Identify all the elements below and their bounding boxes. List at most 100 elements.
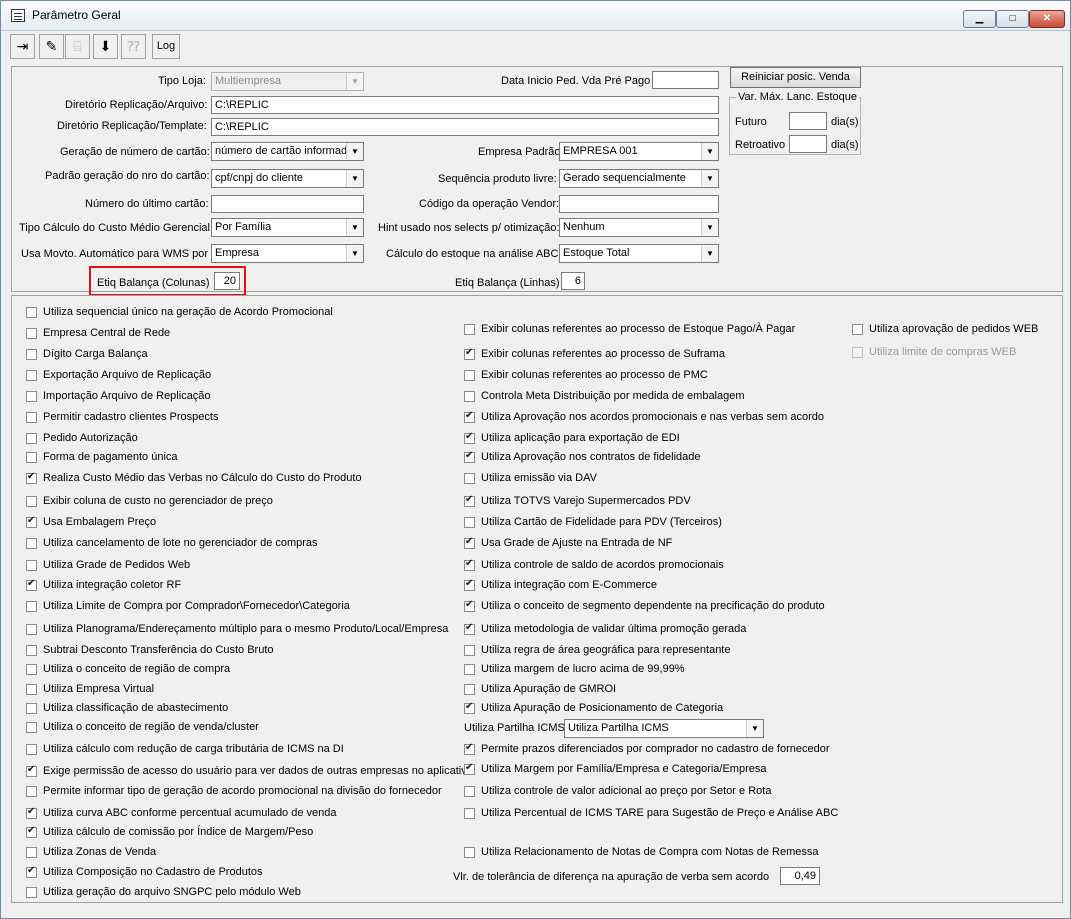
option-checkbox[interactable]: Forma de pagamento única [26,450,178,464]
disabled-tool-button-2[interactable]: ⁇ [121,34,146,59]
option-checkbox[interactable]: Permite prazos diferenciados por comprad… [464,742,830,756]
usa-movto-select[interactable]: Empresa ▼ [211,244,364,263]
checked-box-icon[interactable] [26,578,37,591]
option-checkbox[interactable]: Controla Meta Distribuição por medida de… [464,389,745,403]
unchecked-box-icon[interactable] [26,644,37,656]
etiq-linhas-input[interactable]: 6 [561,272,585,290]
option-checkbox[interactable]: Importação Arquivo de Replicação [26,389,211,403]
log-button[interactable]: Log [152,34,180,59]
option-checkbox[interactable]: Permitir cadastro clientes Prospects [26,410,218,424]
retroativo-input[interactable] [789,135,827,153]
empresa-padrao-select[interactable]: EMPRESA 001 ▼ [559,142,719,161]
checked-box-icon[interactable] [26,806,37,819]
option-checkbox[interactable]: Utiliza Planograma/Endereçamento múltipl… [26,622,448,636]
option-checkbox[interactable]: Exige permissão de acesso do usuário par… [26,764,473,778]
unchecked-box-icon[interactable] [852,346,863,358]
reiniciar-posic-venda-button[interactable]: Reiniciar posic. Venda [730,67,861,88]
codigo-vendor-input[interactable] [559,195,719,213]
unchecked-box-icon[interactable] [26,683,37,695]
option-checkbox[interactable]: Utiliza Empresa Virtual [26,682,154,696]
dir-template-input[interactable]: C:\REPLIC [211,118,719,136]
unchecked-box-icon[interactable] [26,702,37,714]
close-button[interactable]: ✕ [1029,10,1065,28]
unchecked-box-icon[interactable] [26,537,37,549]
option-checkbox[interactable]: Utiliza cancelamento de lote no gerencia… [26,536,318,550]
unchecked-box-icon[interactable] [464,785,475,797]
option-checkbox[interactable]: Utiliza integração coletor RF [26,578,181,592]
unchecked-box-icon[interactable] [26,721,37,733]
checked-box-icon[interactable] [26,515,37,528]
data-inicio-input[interactable] [652,71,719,89]
option-checkbox[interactable]: Exibir colunas referentes ao processo de… [464,347,725,361]
unchecked-box-icon[interactable] [464,516,475,528]
tolerancia-input[interactable]: 0,49 [780,867,820,885]
option-checkbox[interactable]: Utiliza controle de valor adicional ao p… [464,784,771,798]
option-checkbox[interactable]: Utiliza aplicação para exportação de EDI [464,431,680,445]
etiq-colunas-input[interactable]: 20 [214,272,240,290]
checked-box-icon[interactable] [464,558,475,571]
option-checkbox[interactable]: Utiliza o conceito de segmento dependent… [464,599,825,613]
unchecked-box-icon[interactable] [26,411,37,423]
unchecked-box-icon[interactable] [26,600,37,612]
unchecked-box-icon[interactable] [26,348,37,360]
option-checkbox[interactable]: Utiliza Aprovação nos acordos promociona… [464,410,824,424]
option-checkbox[interactable]: Utiliza o conceito de região de compra [26,662,230,676]
option-checkbox[interactable]: Utiliza regra de área geográfica para re… [464,643,730,657]
checked-box-icon[interactable] [464,347,475,360]
unchecked-box-icon[interactable] [26,846,37,858]
option-checkbox[interactable]: Utiliza metodologia de validar última pr… [464,622,746,636]
unchecked-box-icon[interactable] [26,559,37,571]
unchecked-box-icon[interactable] [464,663,475,675]
partilha-icms-select[interactable]: Utiliza Partilha ICMS ▼ [564,719,764,738]
option-checkbox[interactable]: Dígito Carga Balança [26,347,148,361]
option-checkbox[interactable]: Utiliza emissão via DAV [464,471,597,485]
option-checkbox[interactable]: Utiliza Cartão de Fidelidade para PDV (T… [464,515,722,529]
unchecked-box-icon[interactable] [852,323,863,335]
checked-box-icon[interactable] [464,431,475,444]
option-checkbox[interactable]: Realiza Custo Médio das Verbas no Cálcul… [26,471,362,485]
futuro-input[interactable] [789,112,827,130]
unchecked-box-icon[interactable] [26,785,37,797]
checked-box-icon[interactable] [464,701,475,714]
disabled-tool-button-1[interactable]: ⌸ [65,34,90,59]
checked-box-icon[interactable] [26,865,37,878]
option-checkbox[interactable]: Utiliza o conceito de região de venda/cl… [26,720,259,734]
option-checkbox[interactable]: Exportação Arquivo de Replicação [26,368,211,382]
option-checkbox[interactable]: Utiliza integração com E-Commerce [464,578,657,592]
option-checkbox[interactable]: Utiliza aprovação de pedidos WEB [852,322,1038,336]
option-checkbox[interactable]: Utiliza cálculo de comissão por Índice d… [26,825,313,839]
option-checkbox[interactable]: Empresa Central de Rede [26,326,170,340]
unchecked-box-icon[interactable] [26,663,37,675]
option-checkbox[interactable]: Utiliza Relacionamento de Notas de Compr… [464,845,819,859]
padrao-nro-select[interactable]: cpf/cnpj do cliente ▼ [211,169,364,188]
option-checkbox[interactable]: Usa Embalagem Preço [26,515,156,529]
option-checkbox[interactable]: Utiliza controle de saldo de acordos pro… [464,558,724,572]
dir-arquivo-input[interactable]: C:\REPLIC [211,96,719,114]
option-checkbox[interactable]: Subtrai Desconto Transferência do Custo … [26,643,274,657]
option-checkbox[interactable]: Utiliza curva ABC conforme percentual ac… [26,806,337,820]
option-checkbox[interactable]: Utiliza sequencial único na geração de A… [26,305,333,319]
ultimo-cartao-input[interactable] [211,195,364,213]
unchecked-box-icon[interactable] [464,644,475,656]
save-button[interactable]: ⬇ [93,34,118,59]
option-checkbox[interactable]: Utiliza Percentual de ICMS TARE para Sug… [464,806,838,820]
exit-button[interactable]: ⇥ [10,34,35,59]
unchecked-box-icon[interactable] [464,472,475,484]
checked-box-icon[interactable] [464,450,475,463]
unchecked-box-icon[interactable] [26,886,37,898]
checked-box-icon[interactable] [464,578,475,591]
unchecked-box-icon[interactable] [26,495,37,507]
unchecked-box-icon[interactable] [464,683,475,695]
option-checkbox[interactable]: Utiliza Margem por Família/Empresa e Cat… [464,762,767,776]
checked-box-icon[interactable] [464,599,475,612]
edit-button[interactable]: ✎ [39,34,64,59]
option-checkbox[interactable]: Pedido Autorização [26,431,138,445]
unchecked-box-icon[interactable] [26,390,37,402]
unchecked-box-icon[interactable] [464,369,475,381]
option-checkbox[interactable]: Utiliza Limite de Compra por Comprador\F… [26,599,350,613]
unchecked-box-icon[interactable] [464,807,475,819]
tipo-calculo-select[interactable]: Por Família ▼ [211,218,364,237]
option-checkbox[interactable]: Utiliza classificação de abastecimento [26,701,228,715]
option-checkbox[interactable]: Utiliza Zonas de Venda [26,845,156,859]
checked-box-icon[interactable] [26,825,37,838]
